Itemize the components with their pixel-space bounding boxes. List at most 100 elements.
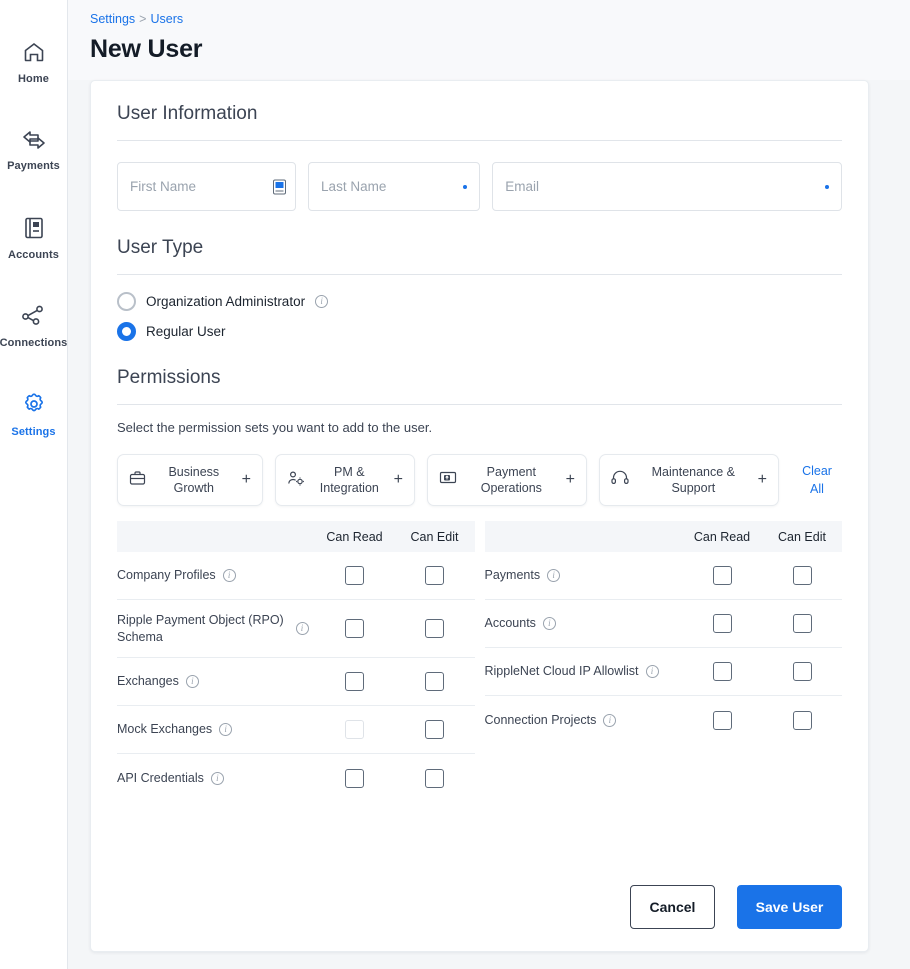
can-edit-checkbox[interactable] (425, 672, 444, 691)
info-icon[interactable]: i (295, 622, 309, 635)
permission-set-maintenance-support[interactable]: Maintenance & Support + (599, 454, 779, 506)
headset-icon (611, 470, 629, 490)
clear-all-button[interactable]: Clear All (795, 462, 839, 498)
can-read-checkbox[interactable] (345, 566, 364, 585)
table-row: Accounts i (484, 600, 842, 648)
breadcrumb-users[interactable]: Users (150, 12, 183, 26)
page-header: Settings > Users New User (68, 0, 910, 80)
can-read-cell (315, 720, 395, 739)
radio-regular-user[interactable]: Regular User (117, 322, 842, 341)
last-name-field[interactable] (308, 162, 481, 211)
sidebar-item-label: Payments (7, 159, 60, 172)
add-icon[interactable]: + (242, 472, 251, 488)
sidebar-item-label: Settings (11, 425, 56, 438)
add-icon[interactable]: + (394, 472, 403, 488)
first-name-input[interactable] (130, 179, 284, 194)
info-icon[interactable]: i (210, 771, 224, 785)
sidebar-item-settings[interactable]: Settings (0, 370, 68, 458)
sidebar-item-accounts[interactable]: Accounts (0, 194, 68, 282)
home-icon (22, 40, 46, 64)
can-read-checkbox[interactable] (345, 672, 364, 691)
permission-name: RippleNet Cloud IP Allowlist i (485, 663, 683, 680)
permission-name: Exchanges i (117, 673, 315, 690)
last-name-input[interactable] (321, 179, 468, 194)
sidebar-item-connections[interactable]: Connections (0, 282, 68, 370)
sidebar-item-label: Accounts (8, 248, 59, 261)
email-input[interactable] (505, 179, 829, 194)
radio-label: Organization Administrator (146, 294, 306, 309)
info-icon[interactable]: i (222, 569, 236, 582)
table-row: Exchanges i (117, 658, 475, 706)
can-read-checkbox[interactable] (712, 662, 732, 681)
cancel-button[interactable]: Cancel (630, 885, 715, 929)
sidebar-item-label: Home (18, 72, 49, 85)
can-edit-cell (762, 614, 842, 633)
permission-set-chips: Business Growth + PM & Integration + Pay… (117, 454, 842, 506)
can-read-cell (315, 672, 395, 691)
permission-set-business-growth[interactable]: Business Growth + (117, 454, 263, 506)
can-read-checkbox-disabled (345, 720, 364, 739)
can-read-checkbox[interactable] (345, 768, 364, 788)
table-row: Company Profiles i (117, 552, 475, 600)
required-dot-icon (463, 184, 468, 189)
permission-name: Ripple Payment Object (RPO) Schema i (117, 612, 315, 646)
permission-set-label: PM & Integration (319, 465, 379, 495)
sidebar: Home Payments Accounts Connections Setti… (0, 0, 68, 969)
info-icon[interactable]: i (315, 295, 329, 308)
autofill-icon[interactable] (273, 179, 287, 194)
info-icon[interactable]: i (603, 713, 617, 727)
can-edit-cell (395, 720, 475, 739)
can-edit-checkbox[interactable] (792, 566, 812, 585)
add-icon[interactable]: + (758, 472, 767, 488)
can-read-checkbox[interactable] (712, 710, 732, 730)
radio-organization-administrator[interactable]: Organization Administrator i (117, 292, 842, 311)
can-read-cell (315, 566, 395, 585)
divider (117, 404, 842, 405)
radio-icon-selected (117, 322, 136, 341)
section-title-user-type: User Type (117, 237, 204, 258)
save-user-button[interactable]: Save User (737, 885, 842, 929)
can-edit-checkbox[interactable] (792, 614, 812, 633)
table-header-can-read: Can Read (326, 529, 383, 544)
permissions-table-right: Can Read Can Edit Payments i Accounts i … (484, 521, 843, 802)
can-edit-checkbox[interactable] (425, 566, 444, 585)
can-edit-checkbox[interactable] (425, 720, 444, 739)
info-icon[interactable]: i (645, 665, 659, 678)
table-header-can-edit: Can Edit (778, 529, 826, 544)
permission-set-payment-operations[interactable]: Payment Operations + (427, 454, 587, 506)
can-read-checkbox[interactable] (345, 619, 364, 638)
can-read-cell (682, 710, 762, 730)
can-read-checkbox[interactable] (712, 614, 732, 633)
divider (117, 140, 842, 141)
info-icon[interactable]: i (542, 617, 556, 630)
can-edit-cell (395, 768, 475, 788)
can-edit-checkbox[interactable] (792, 710, 812, 730)
permission-name: Payments i (485, 567, 683, 584)
can-edit-checkbox[interactable] (425, 768, 444, 788)
breadcrumb-settings[interactable]: Settings (90, 12, 135, 26)
info-icon[interactable]: i (219, 723, 233, 736)
email-field[interactable] (492, 162, 842, 211)
first-name-field[interactable] (117, 162, 297, 211)
table-header-row: Can Read Can Edit (117, 521, 475, 552)
sidebar-item-home[interactable]: Home (0, 18, 68, 106)
permission-set-pm-integration[interactable]: PM & Integration + (275, 454, 415, 506)
can-edit-cell (762, 566, 842, 585)
can-edit-checkbox[interactable] (792, 662, 812, 681)
table-row: RippleNet Cloud IP Allowlist i (484, 648, 842, 696)
permission-name: API Credentials i (117, 770, 315, 787)
section-title-user-information: User Information (117, 103, 258, 124)
info-icon[interactable]: i (547, 569, 561, 582)
form-actions: Cancel Save User (630, 885, 842, 929)
add-icon[interactable]: + (566, 472, 575, 488)
sidebar-item-payments[interactable]: Payments (0, 106, 68, 194)
permission-set-label: Maintenance & Support (651, 465, 736, 495)
can-read-cell (315, 768, 395, 788)
breadcrumb: Settings > Users (90, 12, 910, 26)
table-row: Connection Projects i (485, 696, 843, 744)
table-row: Mock Exchanges i (117, 706, 475, 754)
breadcrumb-separator: > (139, 12, 147, 26)
can-read-checkbox[interactable] (712, 566, 732, 585)
can-edit-checkbox[interactable] (425, 619, 444, 638)
info-icon[interactable]: i (185, 675, 199, 688)
